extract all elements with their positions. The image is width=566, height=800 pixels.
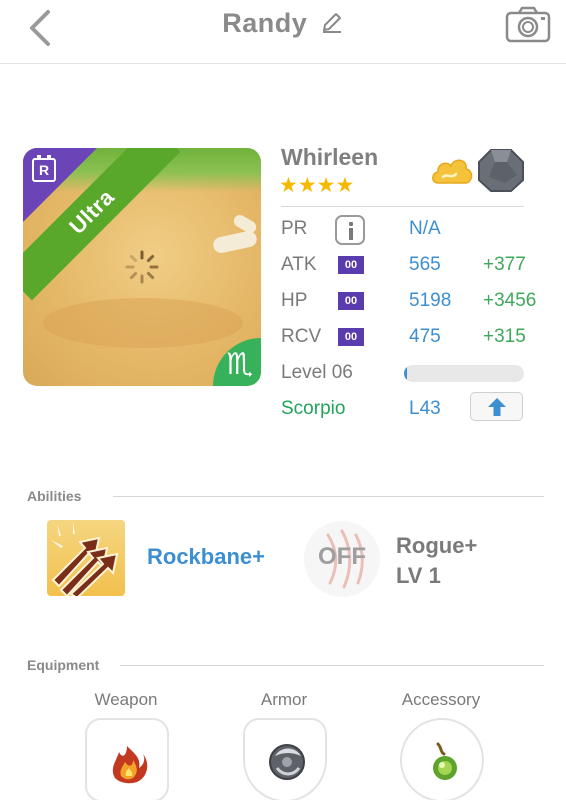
weapon-slot[interactable]: [85, 718, 169, 800]
title-area: Randy: [0, 8, 566, 39]
ability-off-label: OFF: [318, 543, 366, 570]
character-name: Whirleen: [281, 144, 379, 170]
character-card[interactable]: Ultra R ♏: [23, 148, 261, 386]
hp-plus-badge: 00: [338, 292, 364, 310]
hp-value: 5198: [409, 290, 452, 311]
rcv-bonus: +315: [483, 326, 526, 347]
camera-button[interactable]: [505, 6, 551, 44]
pr-label: PR: [281, 218, 308, 239]
exp-progress-fill: [404, 365, 407, 382]
exp-progress-bar: [404, 365, 524, 382]
weapon-label: Weapon: [94, 690, 158, 709]
gold-cloud-gem-icon: [432, 159, 473, 184]
zodiac-corner: ♏: [213, 338, 261, 386]
secondary-ability-toggle[interactable]: OFF: [304, 521, 380, 597]
armor-label: Armor: [260, 690, 308, 709]
atk-bonus: +377: [483, 254, 526, 275]
armor-slot[interactable]: [243, 718, 327, 800]
steel-armor-icon: [269, 744, 305, 780]
hp-label: HP: [281, 290, 308, 311]
secondary-ability-level: LV 1: [396, 563, 441, 588]
equipment-divider: [120, 665, 544, 666]
accessory-label: Accessory: [401, 690, 481, 709]
level-label: Level 06: [281, 362, 353, 383]
rockbane-ability-icon[interactable]: [47, 520, 125, 596]
loading-spinner-icon: [125, 250, 159, 284]
rcv-value: 475: [409, 326, 441, 347]
arrow-up-icon: [488, 398, 506, 416]
stone-gem-icon: [478, 149, 524, 192]
flame-weapon-icon: [112, 746, 148, 784]
bone-decoration: [211, 229, 259, 255]
green-orb-accessory-icon: [433, 742, 457, 780]
rarity-badge: R: [32, 155, 56, 182]
rcv-label: RCV: [281, 326, 322, 347]
atk-value: 565: [409, 254, 441, 275]
camera-icon: [505, 6, 551, 43]
scorpio-icon: ♏: [226, 347, 253, 382]
hp-bonus: +3456: [483, 290, 537, 311]
zodiac-name[interactable]: Scorpio: [281, 398, 345, 420]
top-bar: Randy: [0, 0, 566, 64]
info-icon-bar: [349, 228, 353, 240]
abilities-heading: Abilities: [27, 488, 82, 504]
info-icon: [349, 222, 353, 226]
accessory-slot[interactable]: [400, 718, 484, 800]
level-cap: L43: [409, 398, 441, 419]
star-rating: ★★★★: [279, 173, 355, 197]
pencil-icon[interactable]: [320, 10, 344, 34]
equipment-heading: Equipment: [27, 657, 100, 673]
abilities-divider: [113, 496, 544, 497]
card-dirt-patch: [43, 298, 243, 348]
secondary-ability-name: Rogue+: [396, 533, 478, 558]
pr-value: N/A: [409, 218, 441, 239]
primary-ability-name[interactable]: Rockbane+: [147, 544, 265, 570]
atk-plus-badge: 00: [338, 256, 364, 274]
triple-arrow-icon: [51, 522, 119, 596]
page-title[interactable]: Randy: [222, 8, 307, 38]
level-up-button[interactable]: [470, 392, 523, 421]
atk-label: ATK: [281, 254, 317, 275]
info-button[interactable]: [335, 215, 365, 245]
rcv-plus-badge: 00: [338, 328, 364, 346]
stats-divider: [281, 206, 524, 207]
